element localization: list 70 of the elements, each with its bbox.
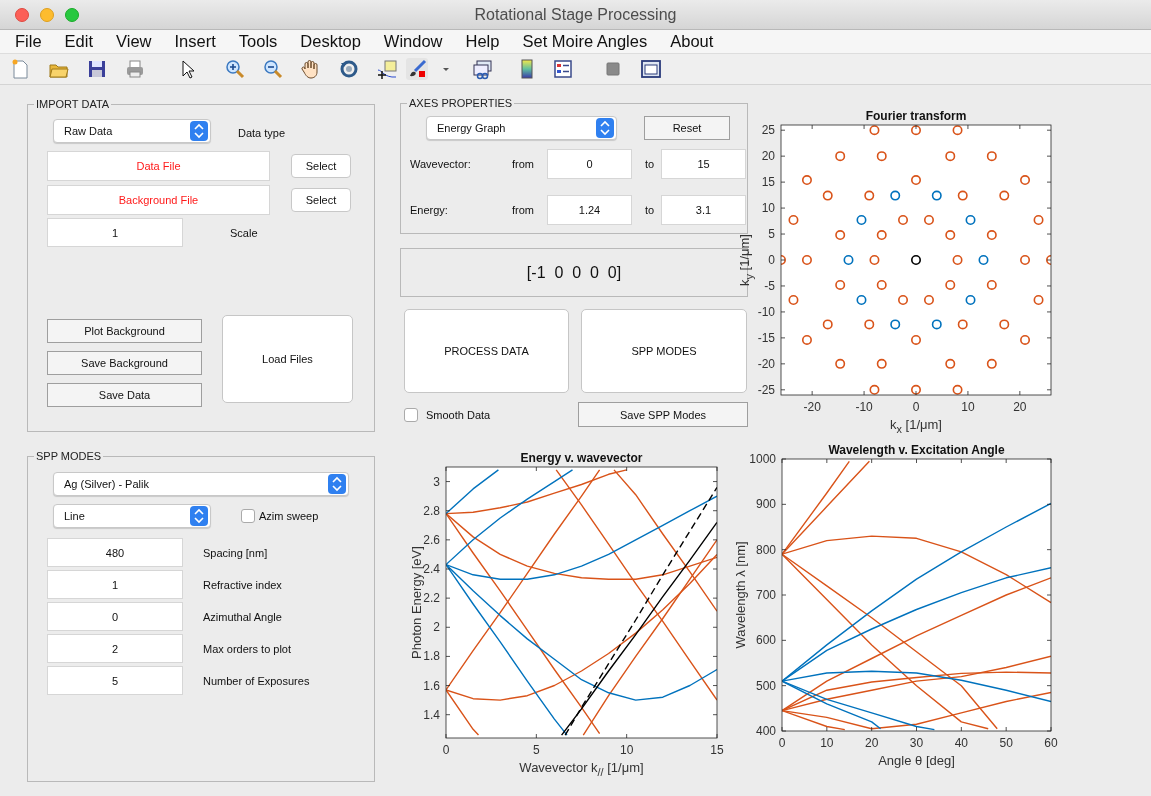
tick-label: -10 bbox=[757, 304, 775, 319]
tick-label: 500 bbox=[755, 678, 776, 693]
plot-title: Fourier transform bbox=[865, 109, 967, 123]
field-label: Scale bbox=[230, 226, 258, 239]
field-label: from bbox=[512, 204, 535, 216]
tick-label: 20 bbox=[761, 149, 775, 164]
tick-label: 10 bbox=[620, 743, 634, 757]
tick-label: 20 bbox=[865, 736, 879, 750]
field-label: Max orders to plot bbox=[203, 642, 292, 655]
field-label: to bbox=[645, 158, 656, 170]
tick-label: -25 bbox=[757, 382, 775, 397]
field-label: Spacing [nm] bbox=[203, 546, 268, 559]
tick-label: 0 bbox=[912, 400, 920, 414]
tick-label: 60 bbox=[1044, 736, 1058, 750]
tick-label: -5 bbox=[764, 278, 775, 293]
window-title: Rotational Stage Processing bbox=[474, 5, 677, 23]
tick-label: 2.4 bbox=[423, 562, 440, 576]
tick-label: -15 bbox=[757, 330, 775, 345]
field-label: Energy: bbox=[410, 204, 449, 216]
axis-label: Photon Energy [eV] bbox=[408, 546, 423, 659]
axis-label: Wavelength λ [nm] bbox=[733, 541, 748, 649]
panel-title: IMPORT DATA bbox=[35, 98, 111, 110]
tick-label: 800 bbox=[755, 542, 776, 557]
field-label: to bbox=[645, 204, 656, 216]
tick-label: 3 bbox=[433, 474, 440, 489]
tick-label: 2 bbox=[433, 620, 440, 635]
tick-label: 400 bbox=[755, 724, 776, 738]
axis-label: k$_{x}$ [1/μm] bbox=[890, 417, 942, 432]
tick-label: 10 bbox=[961, 400, 975, 414]
tick-label: 2.6 bbox=[423, 532, 440, 547]
axis-label: Wavevector k$_{//}$ [1/μm] bbox=[519, 760, 644, 775]
field-label: Refractive index bbox=[203, 578, 282, 591]
axis-label: Angle θ [deg] bbox=[878, 753, 955, 768]
field-label: from bbox=[512, 158, 535, 170]
field-label: Number of Exposures bbox=[203, 674, 310, 687]
tick-label: 700 bbox=[755, 588, 776, 602]
panel-title: AXES PROPERTIES bbox=[408, 97, 514, 109]
tick-label: 0 bbox=[442, 743, 450, 757]
tick-label: 2.2 bbox=[423, 591, 440, 606]
tick-label: 0 bbox=[768, 253, 775, 267]
tick-label: -20 bbox=[757, 356, 775, 371]
tick-label: 5 bbox=[768, 227, 775, 242]
field-label: Data type bbox=[238, 127, 286, 139]
tick-label: 2.8 bbox=[423, 503, 440, 518]
tick-label: 1000 bbox=[749, 452, 776, 466]
tick-label: 1.4 bbox=[423, 707, 440, 722]
plot-title: Wavelength v. Excitation Angle bbox=[828, 443, 1005, 457]
plot-title: Energy v. wavevector bbox=[520, 451, 643, 465]
tick-label: -20 bbox=[803, 400, 821, 414]
tick-label: 10 bbox=[820, 736, 834, 750]
tick-label: 25 bbox=[761, 123, 775, 138]
tick-label: 900 bbox=[755, 497, 776, 512]
checkbox-label: Azim sweep bbox=[259, 510, 319, 522]
tick-label: 40 bbox=[954, 736, 968, 750]
tick-label: 5 bbox=[533, 743, 540, 757]
tick-label: 1.8 bbox=[423, 649, 440, 664]
panel-title: SPP MODES bbox=[35, 450, 103, 462]
tick-label: 10 bbox=[761, 201, 775, 216]
checkbox-label: Smooth Data bbox=[426, 408, 491, 421]
tick-label: 15 bbox=[710, 743, 724, 757]
tick-label: 20 bbox=[1013, 400, 1027, 414]
tick-label: 600 bbox=[755, 633, 776, 648]
tick-label: 15 bbox=[761, 175, 775, 190]
tick-label: 30 bbox=[909, 736, 924, 750]
tick-label: -10 bbox=[855, 400, 873, 414]
field-label: Azimuthal Angle bbox=[203, 610, 282, 623]
tick-label: 1.6 bbox=[423, 678, 440, 693]
tick-label: 50 bbox=[999, 736, 1013, 750]
field-label: Wavevector: bbox=[410, 158, 472, 170]
tick-label: 0 bbox=[778, 736, 786, 750]
